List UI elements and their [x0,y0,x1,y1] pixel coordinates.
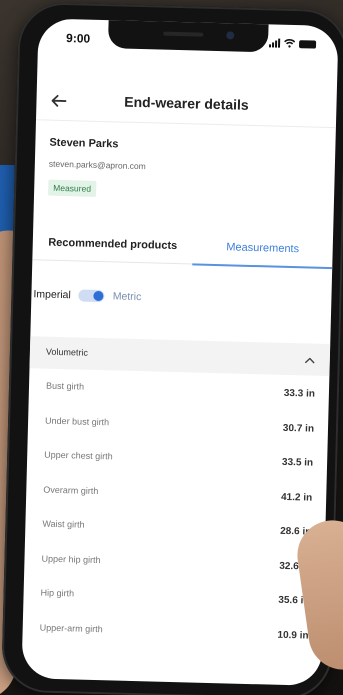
measurement-value: 41.2 in [280,491,313,504]
measurement-list: Bust girth 33.3 in Under bust girth 30.7 i… [22,370,329,654]
chevron-up-icon[interactable] [304,354,316,366]
front-camera [226,31,235,40]
measurement-label: Overarm girth [43,484,99,496]
status-time: 9:00 [65,31,91,46]
unit-toggle[interactable] [78,289,105,303]
signal-icon [268,38,281,48]
measurement-label: Upper chest girth [44,449,113,462]
unit-switch-row: Imperial Metric [33,288,141,303]
speaker-grille [163,31,204,37]
phone-notch [107,18,269,53]
measurement-value: 33.3 in [283,387,316,400]
volumetric-section-header[interactable]: Volumetric [29,336,331,377]
toggle-knob [93,290,104,302]
measurement-label: Waist girth [42,518,85,530]
battery-icon [298,39,317,49]
measurement-label: Upper hip girth [41,553,101,565]
top-app-bar: End-wearer details [35,80,337,129]
tab-measurements[interactable]: Measurements [192,228,333,268]
measurement-label: Upper-arm girth [39,622,103,634]
app-screen: 9:00 End-wearer details Steven Parks ste… [21,18,339,686]
phone-frame: 9:00 End-wearer details Steven Parks ste… [1,1,343,695]
tab-bar: Recommended products Measurements [32,224,334,269]
page-title: End-wearer details [124,93,249,113]
wifi-icon [284,38,296,48]
profile-section: Steven Parks steven.parks@apron.com Meas… [48,137,146,199]
imperial-label: Imperial [33,288,71,302]
profile-email: steven.parks@apron.com [48,158,146,172]
metric-label: Metric [112,290,142,304]
section-title: Volumetric [45,346,89,358]
tab-recommended-products[interactable]: Recommended products [32,224,193,264]
measurement-label: Bust girth [45,380,85,392]
status-badge: Measured [48,179,97,197]
measurement-label: Hip girth [40,587,75,599]
measurement-value: 30.7 in [282,422,315,435]
measurement-value: 10.9 in [277,629,309,642]
measurement-value: 33.5 in [281,456,314,469]
measurement-row: Upper-arm girth 10.9 in [22,612,323,654]
measurement-label: Under bust girth [45,415,110,427]
status-icons [268,38,317,49]
profile-name: Steven Parks [49,136,119,151]
